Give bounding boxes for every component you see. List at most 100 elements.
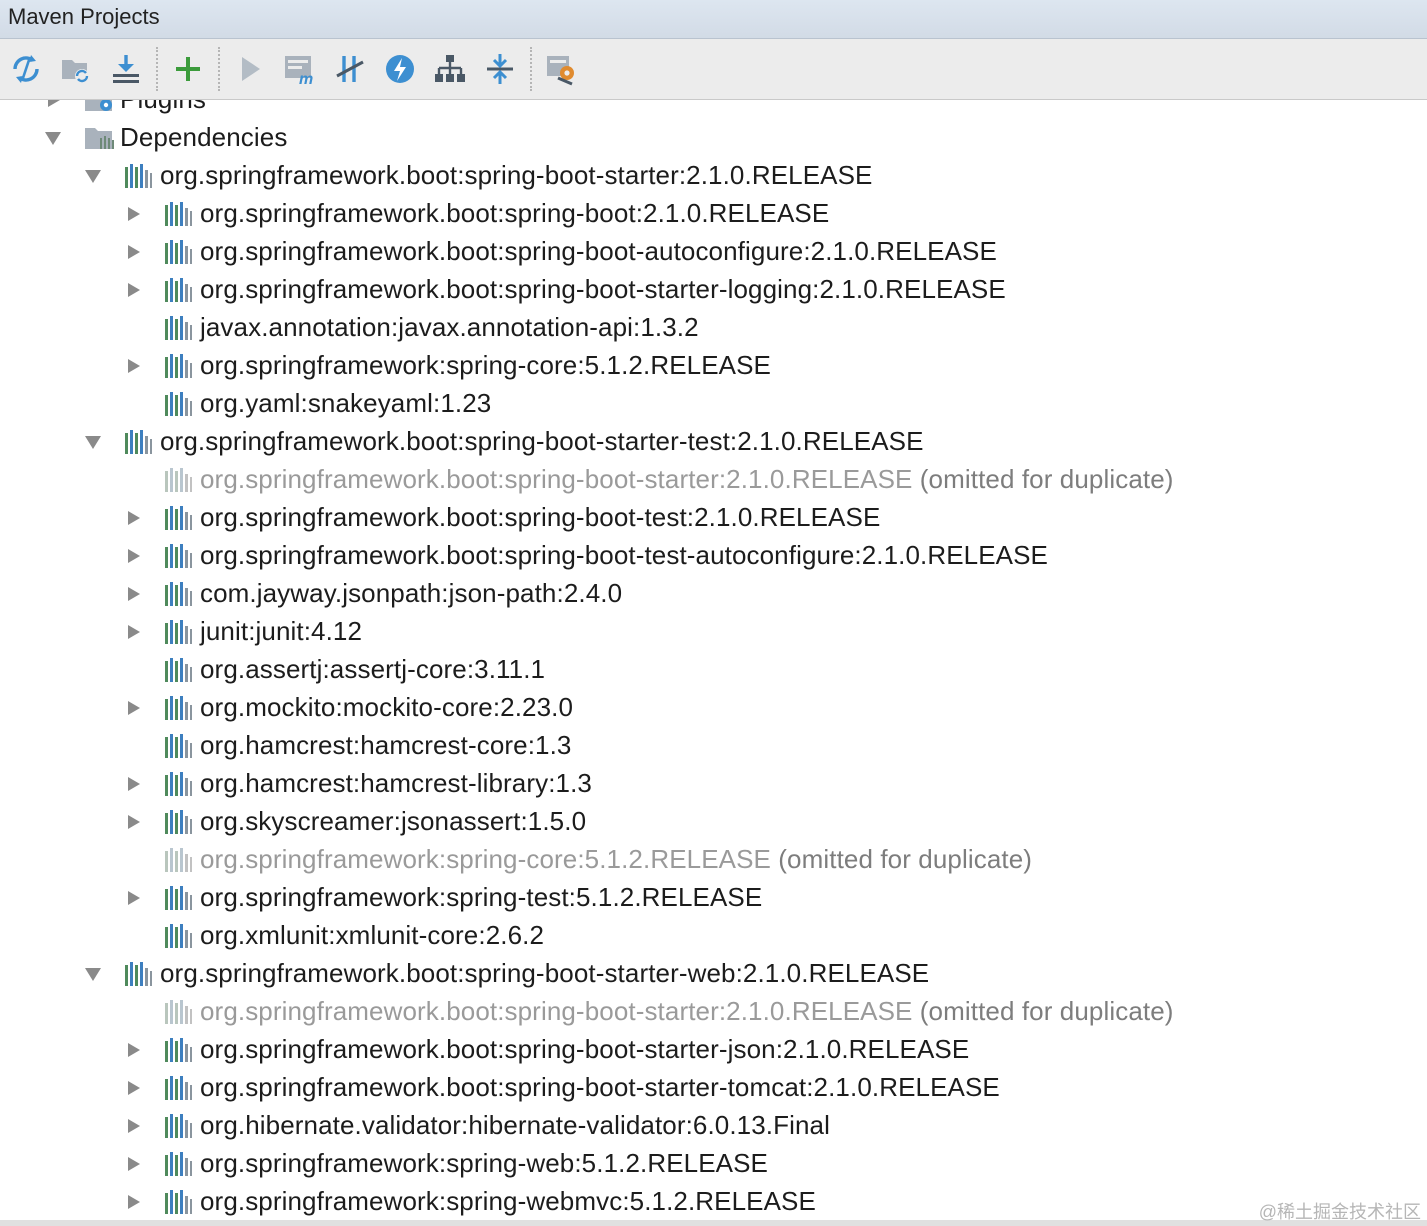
tree-node-dependencies[interactable]: Dependencies: [0, 119, 1427, 157]
dependency-node[interactable]: org.springframework.boot:spring-boot-sta…: [0, 461, 1427, 499]
dependency-label: org.hibernate.validator:hibernate-valida…: [200, 1110, 830, 1140]
download-icon[interactable]: [106, 49, 146, 89]
library-icon: [163, 1113, 193, 1139]
chevron-right-icon[interactable]: [123, 242, 143, 262]
dependency-label: org.springframework.boot:spring-boot:2.1…: [200, 198, 830, 228]
library-icon: [123, 163, 153, 189]
dependency-label: org.hamcrest:hamcrest-library:1.3: [200, 768, 592, 798]
library-icon: [123, 429, 153, 455]
dependency-node[interactable]: org.mockito:mockito-core:2.23.0: [0, 689, 1427, 727]
dependency-label: org.springframework.boot:spring-boot-sta…: [200, 1034, 970, 1064]
dependency-node[interactable]: org.springframework.boot:spring-boot-sta…: [0, 157, 1427, 195]
chevron-right-icon[interactable]: [123, 1192, 143, 1212]
dependency-node[interactable]: org.skyscreamer:jsonassert:1.5.0: [0, 803, 1427, 841]
dependency-node[interactable]: javax.annotation:javax.annotation-api:1.…: [0, 309, 1427, 347]
dependency-node[interactable]: com.jayway.jsonpath:json-path:2.4.0: [0, 575, 1427, 613]
chevron-right-icon[interactable]: [123, 774, 143, 794]
dependency-node[interactable]: org.springframework.boot:spring-boot-sta…: [0, 993, 1427, 1031]
dependency-node[interactable]: org.springframework:spring-core:5.1.2.RE…: [0, 841, 1427, 879]
dependency-node[interactable]: org.xmlunit:xmlunit-core:2.6.2: [0, 917, 1427, 955]
dependency-label: org.springframework.boot:spring-boot-sta…: [200, 464, 1174, 494]
library-icon: [163, 1151, 193, 1177]
omitted-note: (omitted for duplicate): [770, 844, 1033, 874]
library-icon: [163, 999, 193, 1025]
library-icon: [163, 201, 193, 227]
chevron-right-icon[interactable]: [123, 1116, 143, 1136]
chevron-right-icon[interactable]: [123, 204, 143, 224]
chevron-down-icon[interactable]: [83, 166, 103, 186]
toolbar-separator: [156, 47, 158, 91]
chevron-right-icon[interactable]: [123, 546, 143, 566]
tool-window-title: Maven Projects: [8, 4, 160, 29]
dependency-node[interactable]: org.springframework:spring-webmvc:5.1.2.…: [0, 1183, 1427, 1220]
chevron-right-icon[interactable]: [123, 508, 143, 528]
run-icon[interactable]: [230, 49, 270, 89]
library-icon: [163, 809, 193, 835]
chevron-right-icon[interactable]: [123, 812, 143, 832]
library-icon: [163, 505, 193, 531]
dependency-label: org.springframework.boot:spring-boot-sta…: [200, 274, 1006, 304]
dependency-node[interactable]: org.springframework.boot:spring-boot-sta…: [0, 1031, 1427, 1069]
dependency-label: org.springframework.boot:spring-boot-aut…: [200, 236, 997, 266]
dependency-node[interactable]: org.springframework.boot:spring-boot-tes…: [0, 499, 1427, 537]
dependency-node[interactable]: org.springframework.boot:spring-boot-sta…: [0, 423, 1427, 461]
dependency-node[interactable]: org.springframework:spring-core:5.1.2.RE…: [0, 347, 1427, 385]
dependency-node[interactable]: org.yaml:snakeyaml:1.23: [0, 385, 1427, 423]
chevron-right-icon[interactable]: [123, 698, 143, 718]
chevron-down-icon[interactable]: [83, 964, 103, 984]
execute-goal-icon[interactable]: m: [280, 49, 320, 89]
chevron-down-icon[interactable]: [83, 432, 103, 452]
toggle-offline-icon[interactable]: [330, 49, 370, 89]
chevron-right-icon[interactable]: [123, 356, 143, 376]
chevron-right-icon[interactable]: [123, 584, 143, 604]
toolbar-separator: [218, 47, 220, 91]
dependencies-folder-icon: [84, 125, 114, 151]
show-dependencies-icon[interactable]: [430, 49, 470, 89]
dependency-node[interactable]: org.springframework:spring-web:5.1.2.REL…: [0, 1145, 1427, 1183]
dependency-label: org.mockito:mockito-core:2.23.0: [200, 692, 574, 722]
dependency-node[interactable]: org.springframework.boot:spring-boot-tes…: [0, 537, 1427, 575]
omitted-note: (omitted for duplicate): [912, 464, 1174, 494]
add-icon[interactable]: [168, 49, 208, 89]
chevron-right-icon[interactable]: [123, 622, 143, 642]
omitted-note: (omitted for duplicate): [912, 996, 1174, 1026]
dependency-node[interactable]: org.springframework:spring-test:5.1.2.RE…: [0, 879, 1427, 917]
skip-tests-icon[interactable]: [380, 49, 420, 89]
chevron-right-icon[interactable]: [123, 280, 143, 300]
dependency-label: junit:junit:4.12: [200, 616, 363, 646]
dependency-node[interactable]: org.hibernate.validator:hibernate-valida…: [0, 1107, 1427, 1145]
chevron-down-icon[interactable]: [43, 128, 63, 148]
chevron-right-icon[interactable]: [43, 100, 63, 110]
library-icon: [163, 771, 193, 797]
dependency-node[interactable]: org.springframework.boot:spring-boot-sta…: [0, 955, 1427, 993]
dependency-label: org.springframework.boot:spring-boot-tes…: [200, 502, 881, 532]
library-icon: [163, 695, 193, 721]
dependency-node[interactable]: org.springframework.boot:spring-boot-sta…: [0, 271, 1427, 309]
chevron-right-icon[interactable]: [123, 1078, 143, 1098]
dependency-label: javax.annotation:javax.annotation-api:1.…: [200, 312, 699, 342]
settings-icon[interactable]: [542, 49, 582, 89]
generate-sources-icon[interactable]: [56, 49, 96, 89]
dependency-node[interactable]: org.springframework.boot:spring-boot:2.1…: [0, 195, 1427, 233]
dependency-node[interactable]: junit:junit:4.12: [0, 613, 1427, 651]
dependency-node[interactable]: org.springframework.boot:spring-boot-aut…: [0, 233, 1427, 271]
dependency-node[interactable]: org.assertj:assertj-core:3.11.1: [0, 651, 1427, 689]
dependency-label: org.xmlunit:xmlunit-core:2.6.2: [200, 920, 545, 950]
dependency-node[interactable]: org.springframework.boot:spring-boot-sta…: [0, 1069, 1427, 1107]
chevron-right-icon[interactable]: [123, 1040, 143, 1060]
toolbar: m: [0, 39, 1427, 100]
toolbar-separator: [530, 47, 532, 91]
reimport-icon[interactable]: [6, 49, 46, 89]
collapse-all-icon[interactable]: [480, 49, 520, 89]
dependency-node[interactable]: org.hamcrest:hamcrest-core:1.3: [0, 727, 1427, 765]
dependency-node[interactable]: org.hamcrest:hamcrest-library:1.3: [0, 765, 1427, 803]
dependency-label: org.springframework.boot:spring-boot-sta…: [160, 160, 873, 190]
dependency-label: org.springframework:spring-core:5.1.2.RE…: [200, 350, 771, 380]
dependency-label: com.jayway.jsonpath:json-path:2.4.0: [200, 578, 623, 608]
tree-node-label: Plugins: [120, 100, 206, 115]
dependency-label: org.assertj:assertj-core:3.11.1: [200, 654, 546, 684]
chevron-right-icon[interactable]: [123, 1154, 143, 1174]
tree-node-plugins[interactable]: Plugins: [0, 100, 1427, 119]
dependency-label: org.springframework.boot:spring-boot-sta…: [160, 426, 924, 456]
chevron-right-icon[interactable]: [123, 888, 143, 908]
